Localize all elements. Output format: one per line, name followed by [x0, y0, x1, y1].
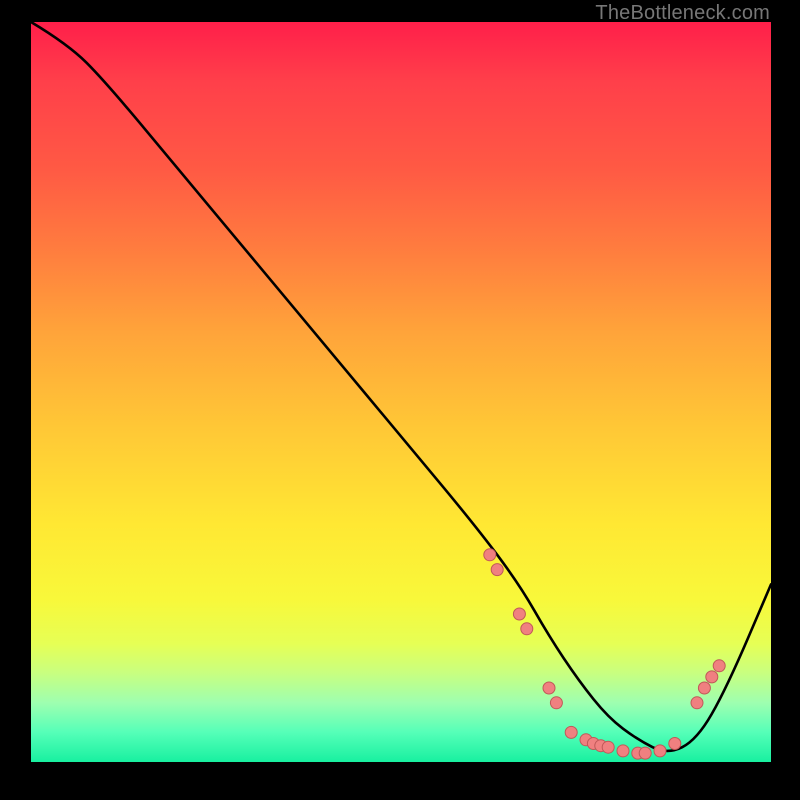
data-point — [565, 726, 577, 738]
data-point — [491, 564, 503, 576]
attribution-text: TheBottleneck.com — [595, 2, 770, 25]
data-point — [602, 741, 614, 753]
data-point — [521, 623, 533, 635]
data-point — [639, 747, 651, 759]
data-point — [617, 745, 629, 757]
data-point — [698, 682, 710, 694]
data-point — [550, 697, 562, 709]
curve-markers — [484, 549, 725, 759]
data-point — [543, 682, 555, 694]
data-point — [484, 549, 496, 561]
plot-frame — [31, 22, 771, 762]
data-point — [654, 745, 666, 757]
curve-line — [31, 22, 771, 751]
data-point — [706, 671, 718, 683]
data-point — [669, 738, 681, 750]
chart-svg — [31, 22, 771, 762]
data-point — [713, 660, 725, 672]
data-point — [691, 697, 703, 709]
data-point — [513, 608, 525, 620]
